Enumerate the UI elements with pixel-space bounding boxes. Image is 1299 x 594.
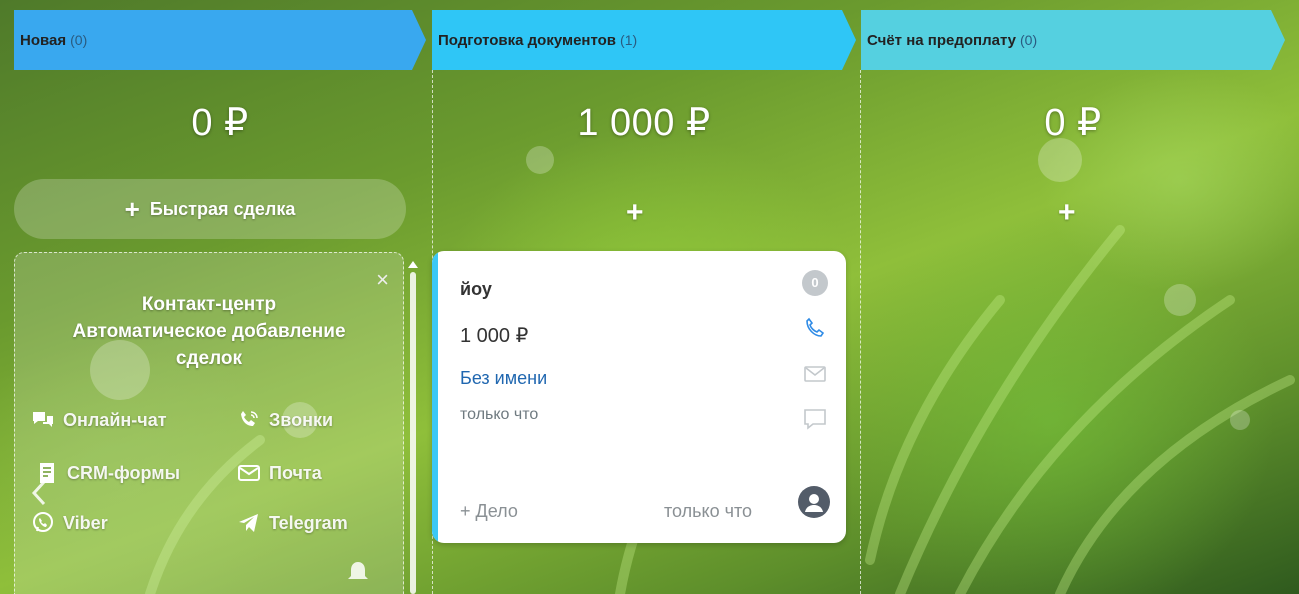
phone-icon[interactable] (802, 315, 828, 341)
stage-title: Счёт на предоплату (867, 31, 1017, 49)
telegram-icon (239, 514, 258, 532)
chevron-left-icon[interactable] (30, 480, 48, 506)
channel-viber[interactable]: Viber (31, 511, 108, 535)
add-deal-button[interactable]: + (626, 196, 644, 230)
stage-title: Подготовка документов (438, 31, 617, 49)
stage-sum: 1 000 ₽ (577, 102, 711, 144)
viber-icon (33, 512, 53, 532)
phone-icon (241, 411, 258, 426)
mail-icon (238, 465, 260, 481)
stage-header-documents[interactable]: Подготовка документов (1) (432, 10, 856, 70)
deal-contact-link[interactable]: Без имени (460, 368, 547, 389)
channel-crm-forms[interactable]: CRM-формы (35, 461, 180, 485)
promo-title-line: Автоматическое добавление (72, 321, 346, 342)
stage-sum: 0 ₽ (1044, 102, 1102, 144)
channel-label: Почта (269, 462, 322, 483)
scroll-up-arrow[interactable] (406, 258, 420, 270)
mail-icon[interactable] (802, 361, 828, 387)
scrollbar[interactable] (410, 272, 416, 594)
close-icon[interactable]: × (376, 267, 389, 293)
promo-title: Контакт-центр Автоматическое добавление … (15, 291, 403, 372)
stage-count: (0) (1020, 32, 1038, 48)
deal-created-time: только что (460, 406, 539, 423)
channel-label: Telegram (269, 512, 348, 533)
stage-count: (0) (70, 32, 88, 48)
last-activity-time: только что (664, 501, 753, 521)
chat-icon (33, 412, 53, 427)
channel-mail[interactable]: Почта (237, 461, 322, 485)
bell-icon (348, 562, 368, 579)
channel-telegram[interactable]: Telegram (237, 511, 348, 535)
user-icon (805, 494, 823, 512)
deal-title[interactable]: йоу (460, 279, 492, 300)
channel-online-chat[interactable]: Онлайн-чат (31, 408, 167, 432)
responsible-avatar[interactable] (798, 486, 830, 518)
contact-center-promo: × Контакт-центр Автоматическое добавлени… (14, 252, 404, 594)
quick-deal-label: Быстрая сделка (149, 198, 296, 219)
add-deal-button[interactable]: + (1058, 196, 1076, 230)
channel-label: Онлайн-чат (63, 409, 167, 430)
stage-count: (1) (620, 32, 638, 48)
channel-label: CRM-формы (67, 462, 180, 483)
add-activity-button[interactable]: + Дело (460, 501, 518, 522)
channel-label: Звонки (269, 409, 334, 430)
comment-icon[interactable] (802, 406, 828, 432)
stage-title: Новая (20, 31, 67, 49)
column-divider (860, 70, 861, 594)
stage-header-new[interactable]: Новая (0) (14, 10, 426, 70)
activity-counter-badge[interactable]: 0 (802, 270, 828, 296)
promo-title-line: сделок (175, 348, 243, 369)
channel-label: Viber (63, 512, 108, 533)
stage-color-stripe (432, 251, 438, 543)
quick-deal-button[interactable]: + Быстрая сделка (14, 179, 406, 239)
deal-card[interactable]: йоу 1 000 ₽ Без имени только что 0 + Дел… (432, 251, 846, 543)
plus-icon: + (124, 193, 140, 224)
stage-header-prepayment[interactable]: Счёт на предоплату (0) (861, 10, 1285, 70)
channel-calls[interactable]: Звонки (237, 408, 333, 432)
deal-price: 1 000 ₽ (460, 325, 529, 347)
stage-sum: 0 ₽ (191, 102, 249, 144)
promo-title-line: Контакт-центр (141, 294, 277, 315)
